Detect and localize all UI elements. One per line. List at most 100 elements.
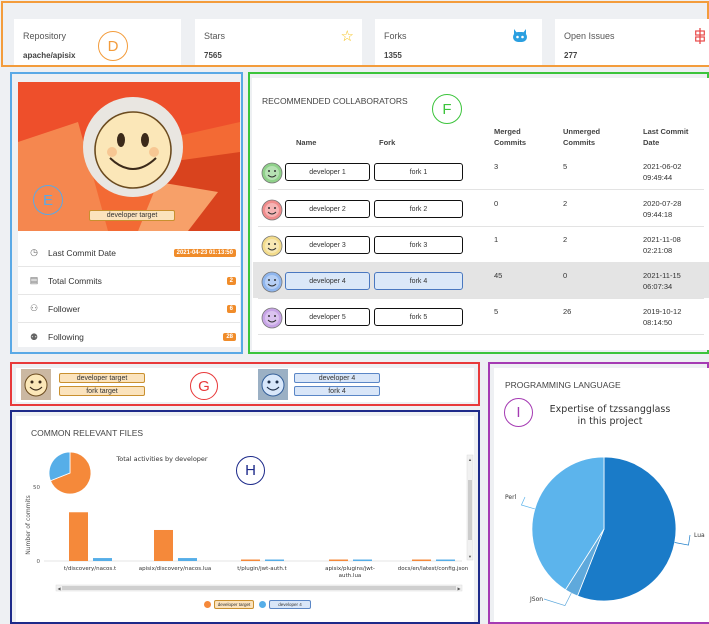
last-commit-date-cell: 2019-10-12 08:14:50 (643, 306, 681, 328)
stat-value: apache/apisix (23, 51, 76, 60)
avatar-shine (265, 203, 279, 217)
marker-d: D (98, 31, 128, 61)
follower-icon: ⚇ (29, 303, 39, 313)
chart-title-line: in this project (577, 416, 643, 427)
collaborator-avatar (261, 162, 283, 184)
unmerged-commits-cell: 2 (563, 199, 568, 208)
col-header-last-commit: Last Commit Date (643, 126, 688, 148)
stat-label: Stars (204, 31, 226, 41)
scroll-up-icon[interactable]: ▲ (468, 457, 472, 462)
avatar-eye (268, 315, 270, 317)
chart-title-line: Expertise of tzssangglass (549, 404, 671, 415)
header-line: Date (643, 138, 660, 147)
collaborator-fork-button[interactable]: fork 3 (374, 236, 463, 254)
time-line: 02:21:08 (643, 246, 673, 255)
github-icon (513, 29, 527, 42)
date-line: 2019-10-12 (643, 307, 682, 316)
pie-leader-line (674, 534, 691, 546)
collaborator-name-button[interactable]: developer 3 (285, 236, 370, 254)
collaborator-fork-button[interactable]: fork 2 (374, 200, 463, 218)
row-total-commits: ▤ Total Commits 2 (18, 267, 240, 295)
bar-developer-4 (178, 558, 197, 561)
marker-i: I (504, 398, 533, 427)
unmerged-commits-cell: 5 (563, 162, 568, 171)
bar-developer-target (69, 512, 88, 561)
compare-target-name: developer target (59, 373, 145, 383)
avatar-eye (268, 207, 270, 209)
calendar-icon: ▤ (29, 275, 39, 285)
collaborator-fork-button[interactable]: fork 5 (374, 308, 463, 326)
avatar-eye (274, 243, 276, 245)
avatar-shine (265, 166, 279, 180)
row-divider (258, 298, 704, 299)
x-tick-label: auth.lua (339, 573, 362, 579)
stat-label: Repository (23, 31, 67, 41)
collaborator-avatar (261, 199, 283, 221)
unmerged-commits-cell: 2 (563, 235, 568, 244)
merged-commits-cell: 45 (494, 271, 503, 280)
collaborator-name-button[interactable]: developer 2 (285, 200, 370, 218)
pie-label-perl: Perl (505, 494, 517, 501)
chart-subtitle: Total activities by developer (115, 455, 208, 463)
x-tick-label: apisix/plugins/jwt- (325, 566, 375, 572)
avatar-eye (274, 315, 276, 317)
collaborator-fork-button[interactable]: fork 1 (374, 163, 463, 181)
row-last-commit: ◷ Last Commit Date 2021-04-23 01:13:50 (18, 239, 240, 267)
date-line: 2021-11-08 (643, 235, 681, 244)
time-line: 06:07:34 (643, 282, 673, 291)
avatar-shine (265, 275, 279, 289)
row-label: Follower (48, 303, 81, 314)
language-title: PROGRAMMING LANGUAGE (505, 380, 621, 390)
date-line: 2021-06-02 (643, 162, 682, 171)
issue-icon (695, 28, 705, 44)
legend-target[interactable]: developer target (214, 600, 254, 609)
col-header-merged: Merged Commits (494, 126, 526, 148)
collaborator-fork-button[interactable]: fork 4 (374, 272, 463, 290)
time-line: 09:44:18 (643, 210, 673, 219)
clock-icon: ◷ (30, 247, 38, 257)
date-line: 2020-07-28 (643, 199, 682, 208)
horizontal-scroll-thumb[interactable] (62, 586, 456, 590)
x-tick-label: apisix/discovery/nacos.lua (139, 566, 211, 572)
row-label: Last Commit Date (48, 247, 117, 258)
row-follower: ⚇ Follower 6 (18, 295, 240, 323)
avatar-eye (274, 279, 276, 281)
vertical-scroll-thumb[interactable] (468, 480, 472, 540)
bar-developer-target (329, 559, 348, 561)
compare-target-fork: fork target (59, 386, 145, 396)
marker-g: G (190, 372, 218, 400)
collaborator-name-button[interactable]: developer 4 (285, 272, 370, 290)
collaborator-avatar (261, 235, 283, 257)
avatar-shine (265, 239, 279, 253)
compare-dev4-name: developer 4 (294, 373, 380, 383)
avatar-eye (274, 170, 276, 172)
header-line: Unmerged (563, 127, 601, 136)
avatar-eye (274, 207, 276, 209)
row-divider (258, 334, 704, 335)
collaborator-name-button[interactable]: developer 5 (285, 308, 370, 326)
collaborator-name-button[interactable]: developer 1 (285, 163, 370, 181)
merged-commits-cell: 0 (494, 199, 499, 208)
scroll-down-icon[interactable]: ▼ (468, 554, 472, 559)
files-title: COMMON RELEVANT FILES (31, 428, 144, 438)
y-tick-label: 0 (37, 559, 41, 565)
last-commit-date-cell: 2021-06-02 09:49:44 (643, 161, 681, 183)
unmerged-commits-cell: 0 (563, 271, 568, 280)
avatar-eye (268, 243, 270, 245)
merged-commits-cell: 3 (494, 162, 499, 171)
pie-leader-line (520, 496, 535, 510)
pie-label-lua: Lua (694, 532, 705, 539)
stat-value: 7565 (204, 51, 222, 60)
header-line: Commits (563, 138, 596, 147)
following-icon: ⚉ (29, 331, 39, 342)
legend-dev4[interactable]: developer 4 (269, 600, 311, 609)
pie-leader-line (543, 592, 572, 607)
language-pie-chart: Lua JSon Perl (505, 456, 705, 607)
compare-dev4-fork: fork 4 (294, 386, 380, 396)
avatar-target (21, 369, 51, 400)
row-following: ⚉ Following 28 (18, 323, 240, 351)
stat-label: Open Issues (564, 31, 615, 41)
y-tick-label: 50 (33, 485, 40, 491)
follower-badge: 6 (226, 304, 236, 313)
avatar-developer-4 (258, 369, 288, 400)
